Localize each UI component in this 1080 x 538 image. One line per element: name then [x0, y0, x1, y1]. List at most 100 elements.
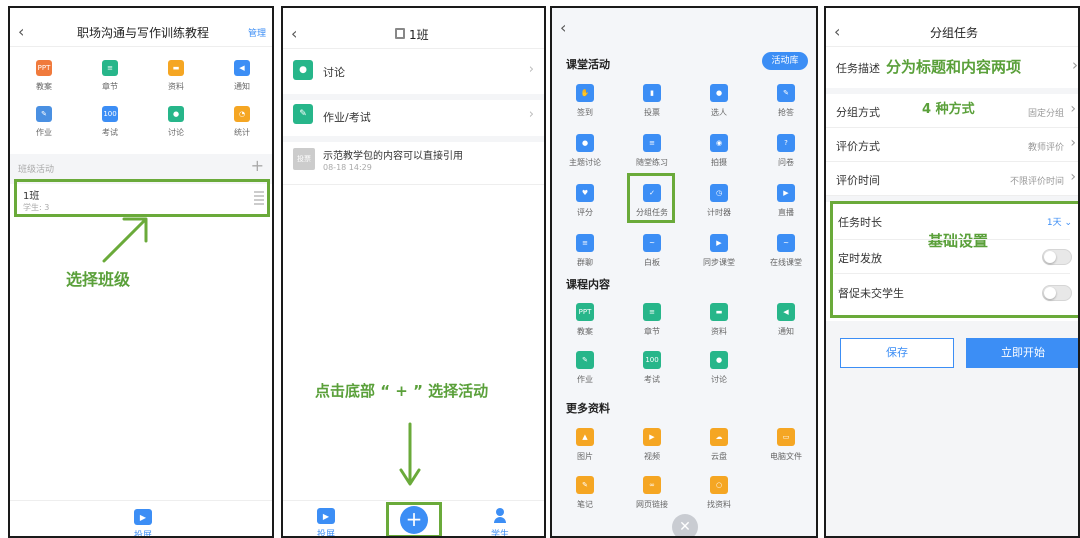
tool-chapter[interactable]: ≡ 章节	[85, 60, 135, 94]
tool-label: 选人	[711, 108, 727, 117]
tool-camera[interactable]: ◉ 拍摄	[694, 134, 744, 170]
tool-ppt[interactable]: PPT 教案	[560, 303, 610, 339]
chapter-icon: ≡	[643, 303, 661, 321]
homework-exam-entry[interactable]: ✎ 作业/考试 ›	[283, 96, 544, 136]
vote-title: 示范教学包的内容可以直接引用	[323, 151, 463, 162]
whiteboard-icon: ~	[643, 234, 661, 252]
chevron-right-icon: ›	[1072, 56, 1078, 74]
tool-group-chat[interactable]: ≡ 群聊	[560, 234, 610, 270]
start-button[interactable]: 立即开始	[966, 338, 1078, 368]
discuss-entry[interactable]: ● 讨论 ›	[283, 52, 544, 88]
tool-image[interactable]: ▲ 图片	[560, 428, 610, 464]
tool-whiteboard[interactable]: ~ 白板	[627, 234, 677, 270]
tool-score[interactable]: ♥ 评分	[560, 184, 610, 220]
tool-label: 找资料	[707, 500, 731, 509]
tool-label: 考试	[644, 375, 660, 384]
tool-live[interactable]: ▶ 直播	[761, 184, 811, 220]
tool-note[interactable]: ✎ 笔记	[560, 476, 610, 512]
pie-chart-icon: ◔	[234, 106, 250, 122]
tool-sync-class[interactable]: ▶ 同步课堂	[694, 234, 744, 270]
tool-megaphone[interactable]: ◀ 通知	[217, 60, 267, 94]
setting-row[interactable]: 评价方式 教师评价 ›	[826, 128, 1078, 162]
tool-video[interactable]: ▶ 视频	[627, 428, 677, 464]
tool-practice[interactable]: ≡ 随堂练习	[627, 134, 677, 170]
vote-activity-item[interactable]: 投票 示范教学包的内容可以直接引用 08-18 14:29	[283, 142, 544, 182]
tool-link[interactable]: ∞ 网页链接	[627, 476, 677, 512]
tool-homework[interactable]: ✎ 作业	[560, 351, 610, 387]
tool-find[interactable]: ○ 找资料	[694, 476, 744, 512]
tool-chapter[interactable]: ≡ 章节	[627, 303, 677, 339]
section-title-activities: 课堂活动	[566, 58, 610, 71]
divider	[283, 184, 544, 185]
bottom-divider	[283, 500, 544, 501]
note-icon: ✎	[576, 476, 594, 494]
tool-questionnaire[interactable]: ? 问卷	[761, 134, 811, 170]
add-activity-button[interactable]: +	[400, 506, 428, 534]
student-icon[interactable]	[494, 508, 506, 524]
tool-label: 讨论	[168, 128, 184, 137]
divider	[283, 48, 544, 49]
back-icon[interactable]: ‹	[291, 26, 297, 42]
tool-exam[interactable]: 100 考试	[85, 106, 135, 140]
class-name: 1班	[23, 191, 40, 202]
tool-folder[interactable]: ▬ 资料	[151, 60, 201, 94]
tool-topic-discuss[interactable]: ● 主题讨论	[560, 134, 610, 170]
tool-discuss[interactable]: ● 讨论	[151, 106, 201, 140]
homework-icon: ✎	[576, 351, 594, 369]
tool-label: 随堂练习	[636, 158, 668, 167]
online-class-icon: ~	[777, 234, 795, 252]
group-task-screen: ‹ 分组任务 任务描述 分为标题和内容两项 › 分组方式 固定分组 › 评价方式 教师评…	[824, 6, 1080, 538]
tool-quick-answer[interactable]: ✎ 抢答	[761, 84, 811, 120]
save-button[interactable]: 保存	[840, 338, 954, 368]
tool-exam[interactable]: 100 考试	[627, 351, 677, 387]
tool-discuss[interactable]: ● 讨论	[694, 351, 744, 387]
class-item[interactable]: 1班 学生: 3	[14, 179, 270, 217]
manage-link[interactable]: 管理	[248, 26, 266, 39]
back-icon[interactable]: ‹	[18, 24, 24, 40]
setting-row[interactable]: 评价时间 不限评价时间 ›	[826, 162, 1078, 196]
activity-library-button[interactable]: 活动库	[762, 52, 808, 70]
tool-ppt[interactable]: PPT 教案	[19, 60, 69, 94]
tool-label: 投票	[644, 108, 660, 117]
find-icon: ○	[710, 476, 728, 494]
tool-pie-chart[interactable]: ◔ 统计	[217, 106, 267, 140]
class-icon	[395, 28, 405, 39]
tool-cloud[interactable]: ☁ 云盘	[694, 428, 744, 464]
camera-icon: ◉	[710, 134, 728, 152]
tool-label: 电脑文件	[770, 452, 802, 461]
schedule-toggle[interactable]	[1042, 249, 1072, 265]
tool-timer[interactable]: ◷ 计时器	[694, 184, 744, 220]
folder-icon: ▬	[710, 303, 728, 321]
tool-checkin[interactable]: ✋ 签到	[560, 84, 610, 120]
screen-cast-icon[interactable]: ▶	[317, 508, 335, 524]
tool-label: 讨论	[711, 375, 727, 384]
back-icon[interactable]: ‹	[560, 20, 566, 36]
class-title: 1班	[409, 28, 429, 42]
page-title: 分组任务	[929, 26, 978, 40]
qr-code-icon[interactable]	[254, 191, 264, 205]
back-icon[interactable]: ‹	[834, 24, 840, 40]
divider	[10, 46, 272, 47]
video-icon: ▶	[643, 428, 661, 446]
tool-folder[interactable]: ▬ 资料	[694, 303, 744, 339]
tool-label: 同步课堂	[703, 258, 735, 267]
tool-online-class[interactable]: ~ 在线课堂	[761, 234, 811, 270]
tool-label: 统计	[234, 128, 250, 137]
exam-icon: 100	[643, 351, 661, 369]
duration-select[interactable]: 1天 ⌄	[1047, 215, 1072, 228]
remind-toggle[interactable]	[1042, 285, 1072, 301]
add-activity-icon[interactable]: +	[251, 156, 264, 175]
setting-value: 不限评价时间	[1009, 177, 1064, 187]
tool-vote[interactable]: ▮ 投票	[627, 84, 677, 120]
close-icon[interactable]: ✕	[672, 514, 698, 536]
tool-homework[interactable]: ✎ 作业	[19, 106, 69, 140]
tool-label: 直播	[778, 208, 794, 217]
screen-cast-icon[interactable]: ▶	[134, 509, 152, 525]
tool-computer[interactable]: ▭ 电脑文件	[761, 428, 811, 464]
remind-label: 督促未交学生	[838, 287, 904, 300]
task-description-row[interactable]: 任务描述 分为标题和内容两项 ›	[826, 48, 1078, 84]
arrow-down-icon	[399, 422, 421, 486]
tool-label: 拍摄	[711, 158, 727, 167]
tool-megaphone[interactable]: ◀ 通知	[761, 303, 811, 339]
tool-pick-person[interactable]: ● 选人	[694, 84, 744, 120]
